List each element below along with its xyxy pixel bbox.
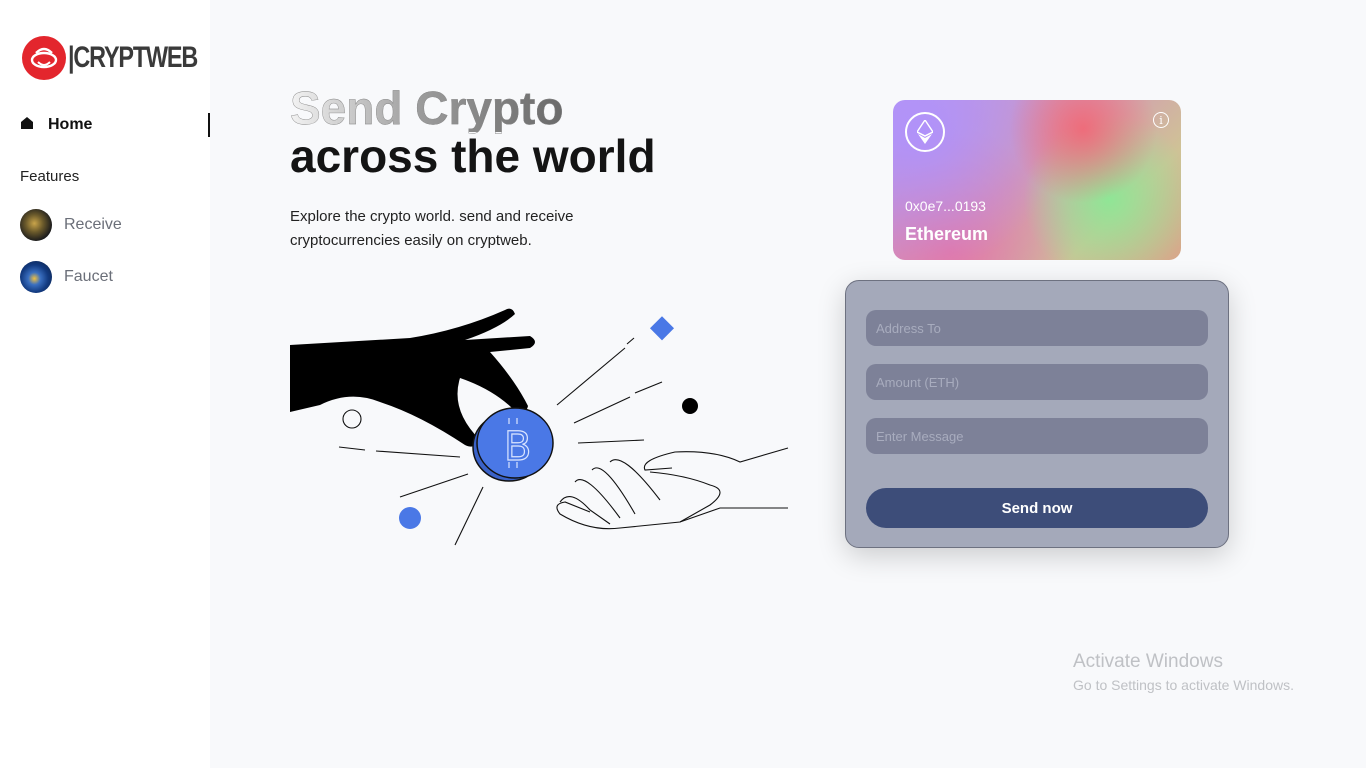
brand-name: |CRYPTWEB bbox=[68, 41, 198, 74]
send-crypto-illustration: B bbox=[290, 308, 789, 546]
network-name: Ethereum bbox=[905, 224, 989, 244]
sidebar-section-label: Features bbox=[20, 168, 80, 185]
sidebar-item-label: Home bbox=[48, 116, 93, 133]
wallet-card: i 0x0e7...0193 Ethereum bbox=[893, 100, 1181, 260]
page-title: Send Crypto across the world bbox=[290, 84, 656, 180]
sidebar-item-label: Receive bbox=[64, 216, 122, 233]
logo-icon bbox=[22, 36, 66, 80]
outline-circle-shape bbox=[342, 409, 362, 429]
title-line-2: across the world bbox=[290, 130, 656, 182]
send-form: Send now bbox=[845, 280, 1229, 548]
svg-text:B: B bbox=[504, 424, 531, 470]
sidebar-item-home[interactable]: Home bbox=[20, 113, 210, 137]
sidebar: |CRYPTWEB Home Features Receive Faucet bbox=[0, 0, 210, 768]
amount-input[interactable] bbox=[866, 364, 1208, 400]
windows-activation-watermark: Activate Windows Go to Settings to activ… bbox=[1073, 651, 1294, 693]
brand-logo[interactable]: |CRYPTWEB bbox=[22, 36, 233, 80]
message-input[interactable] bbox=[866, 418, 1208, 454]
blue-dot-shape bbox=[399, 507, 421, 529]
home-icon bbox=[20, 116, 34, 135]
title-line-1: Send Crypto bbox=[290, 84, 656, 132]
watermark-title: Activate Windows bbox=[1073, 651, 1223, 672]
sidebar-item-faucet[interactable]: Faucet bbox=[20, 261, 113, 293]
address-input[interactable] bbox=[866, 310, 1208, 346]
sidebar-item-label: Faucet bbox=[64, 268, 113, 285]
wallet-address: 0x0e7...0193 bbox=[905, 198, 986, 214]
diamond-shape bbox=[649, 316, 675, 341]
watermark-subtitle: Go to Settings to activate Windows. bbox=[1073, 677, 1294, 693]
active-indicator bbox=[208, 113, 210, 137]
black-dot-shape bbox=[682, 398, 698, 414]
hero-description: Explore the crypto world. send and recei… bbox=[290, 208, 574, 249]
receive-avatar-icon bbox=[20, 209, 52, 241]
info-icon[interactable]: i bbox=[1153, 112, 1169, 128]
receiving-hand-shape bbox=[556, 447, 789, 530]
ethereum-icon bbox=[905, 112, 945, 152]
bitcoin-coin-icon: B bbox=[472, 407, 554, 482]
faucet-avatar-icon bbox=[20, 261, 52, 293]
send-now-button[interactable]: Send now bbox=[866, 488, 1208, 528]
sidebar-item-receive[interactable]: Receive bbox=[20, 209, 122, 241]
